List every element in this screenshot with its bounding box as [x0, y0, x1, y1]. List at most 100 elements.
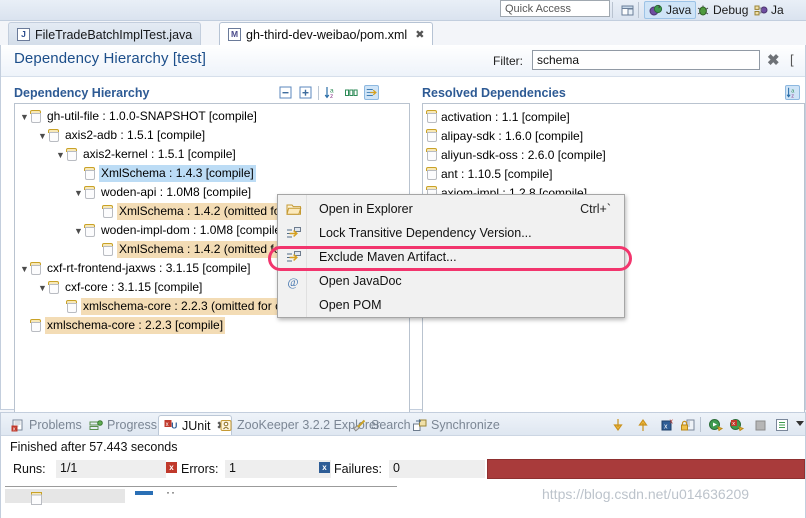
chevron-down-icon[interactable]: ▼ [37, 283, 48, 293]
view-tab-synchronize[interactable]: Synchronize [408, 415, 505, 435]
svg-text:x: x [732, 421, 735, 427]
exclude-maven-artifact-highlight [268, 246, 632, 271]
menu-item-open-javadoc[interactable]: @ Open JavaDoc [279, 270, 625, 292]
jar-icon [84, 167, 95, 180]
junit-progress-chip [135, 491, 153, 495]
runs-label: Runs: [13, 462, 46, 476]
error-icon: x [166, 462, 177, 473]
maven-pom-icon: M [228, 28, 241, 41]
view-tab-search[interactable]: Search [348, 415, 416, 435]
expand-all-icon[interactable] [298, 85, 313, 100]
menu-item-lock-transitive-dependency-version[interactable]: Lock Transitive Dependency Version... [279, 222, 625, 244]
tree-row[interactable]: xmlschema-core : 2.2.3 [compile] [15, 316, 226, 335]
list-item[interactable]: alipay-sdk : 1.6.0 [compile] [426, 126, 583, 145]
scroll-lock-icon[interactable] [680, 417, 696, 433]
open-perspective-button[interactable] [617, 1, 639, 19]
failure-icon: x [319, 462, 330, 473]
test-suite-icon [31, 492, 42, 505]
view-tab-progress[interactable]: Progress [84, 415, 162, 435]
view-menu-icon[interactable]: [ [790, 52, 794, 67]
hierarchy-toolbar: a z [278, 85, 379, 100]
filter-toggle-icon[interactable] [364, 85, 379, 100]
test-result-bar [487, 459, 805, 479]
toolbar-divider [700, 417, 701, 432]
collapse-all-icon[interactable] [278, 85, 293, 100]
tree-row-label: cxf-core : 3.1.15 [compile] [65, 280, 203, 294]
tree-row-label: xmlschema-core : 2.2.3 [compile] [45, 317, 226, 334]
errors-label: Errors: [181, 462, 219, 476]
tree-row[interactable]: ▼ woden-impl-dom : 1.0M8 [compile] [15, 221, 286, 240]
runs-value: 1/1 [56, 460, 166, 478]
list-item[interactable]: activation : 1.1 [compile] [426, 107, 570, 126]
junit-view: xProblemsProgressxUJUnit✖ZooKeeper 3.2.2… [0, 412, 806, 518]
perspective-debug[interactable]: Debug [692, 1, 752, 19]
filter-label: Filter: [493, 54, 523, 68]
sort-alphabetically-icon[interactable]: a z [324, 85, 339, 100]
workbench-toolbar: Quick Access Java Debug Ja [0, 0, 806, 21]
jar-icon [30, 110, 41, 123]
list-item[interactable]: aliyun-sdk-oss : 2.6.0 [compile] [426, 145, 606, 164]
rerun-failed-tests-icon[interactable]: x [729, 417, 745, 433]
junit-tree-row[interactable] [5, 489, 125, 503]
list-item-label: alipay-sdk : 1.6.0 [compile] [441, 128, 584, 143]
zookeeper-icon [219, 419, 233, 432]
sort-alphabetically-icon[interactable]: a z [785, 85, 800, 100]
tree-row[interactable]: ▼ cxf-rt-frontend-jaxws : 3.1.15 [compile… [15, 259, 252, 278]
tree-row[interactable]: ▼ axis2-kernel : 1.5.1 [compile] [15, 145, 238, 164]
search-icon [353, 419, 367, 432]
menu-item-open-pom[interactable]: Open POM [279, 294, 625, 316]
toolbar-divider [612, 2, 613, 18]
open-perspective-icon [621, 4, 635, 17]
next-failure-icon[interactable] [610, 417, 626, 433]
errors-value: 1 [225, 460, 331, 478]
chevron-down-icon[interactable]: ▼ [73, 226, 84, 236]
show-groupid-icon[interactable] [344, 85, 359, 100]
quick-access-input[interactable]: Quick Access [500, 0, 610, 17]
jar-icon [84, 186, 95, 199]
perspective-java-browsing[interactable]: Ja [750, 1, 788, 19]
chevron-down-icon[interactable]: ▼ [73, 188, 84, 198]
chevron-down-icon[interactable]: ▼ [37, 131, 48, 141]
test-run-history-icon[interactable] [774, 417, 790, 433]
jar-icon [30, 319, 41, 332]
junit-stats-row: Runs: 1/1 x Errors: 1 x Failures: 0 [1, 459, 805, 481]
chevron-down-icon[interactable]: ▼ [19, 264, 30, 274]
svg-text:z: z [330, 93, 333, 100]
svg-text:z: z [791, 93, 794, 99]
jar-icon [426, 110, 437, 123]
close-icon[interactable]: ✖ [415, 28, 424, 41]
filter-input[interactable] [532, 50, 760, 70]
resolved-section-title: Resolved Dependencies [422, 86, 566, 100]
resolved-toolbar: a z [785, 85, 800, 100]
editor-tab-pom-xml[interactable]: M gh-third-dev-weibao/pom.xml ✖ [219, 22, 434, 46]
tree-row[interactable]: ▼ axis2-adb : 1.5.1 [compile] [15, 126, 207, 145]
tree-row[interactable]: XmlSchema : 1.4.3 [compile] [15, 164, 256, 183]
list-item[interactable]: ant : 1.10.5 [compile] [426, 164, 552, 183]
bottom-view-tab-bar: xProblemsProgressxUJUnit✖ZooKeeper 3.2.2… [1, 413, 805, 436]
perspective-java[interactable]: Java [644, 1, 697, 19]
chevron-down-icon[interactable]: ▼ [55, 150, 66, 160]
svg-text:x: x [13, 426, 16, 432]
java-browsing-perspective-icon [754, 4, 768, 17]
view-menu-icon[interactable] [794, 417, 806, 433]
show-failures-only-icon[interactable]: x x [660, 417, 676, 433]
rerun-test-icon[interactable] [708, 417, 724, 433]
tree-row[interactable]: ▼ gh-util-file : 1.0.0-SNAPSHOT [compile] [15, 107, 259, 126]
jar-icon [84, 224, 95, 237]
tree-row-label: axis2-kernel : 1.5.1 [compile] [83, 147, 236, 161]
previous-failure-icon[interactable] [635, 417, 651, 433]
clear-filter-icon[interactable]: ✖ [767, 51, 780, 69]
view-tab-problems[interactable]: x Problems [6, 415, 87, 435]
java-file-icon: J [17, 28, 30, 41]
java-perspective-icon [649, 4, 663, 17]
view-tab-label: Search [371, 418, 411, 432]
debug-perspective-icon [696, 4, 710, 17]
tree-row[interactable]: ▼ woden-api : 1.0M8 [compile] [15, 183, 253, 202]
menu-item-open-in-explorer[interactable]: Open in Explorer Ctrl+` [279, 198, 625, 220]
stop-icon[interactable] [753, 417, 769, 433]
jar-icon [48, 129, 59, 142]
chevron-down-icon[interactable]: ▼ [19, 112, 30, 122]
tree-row[interactable]: ▼ cxf-core : 3.1.15 [compile] [15, 278, 204, 297]
jar-icon [426, 148, 437, 161]
editor-tab-filetradebatchimpltest[interactable]: J FileTradeBatchImplTest.java [8, 22, 202, 46]
